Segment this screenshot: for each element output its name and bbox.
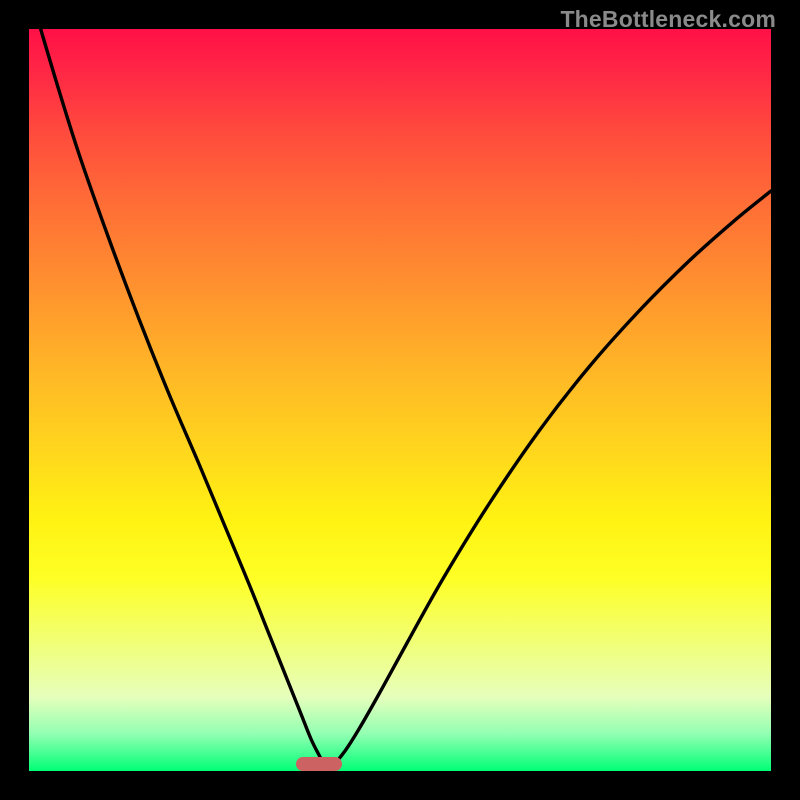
bottleneck-curve	[29, 29, 771, 771]
watermark-text: TheBottleneck.com	[560, 6, 776, 33]
minimum-marker	[296, 757, 342, 771]
